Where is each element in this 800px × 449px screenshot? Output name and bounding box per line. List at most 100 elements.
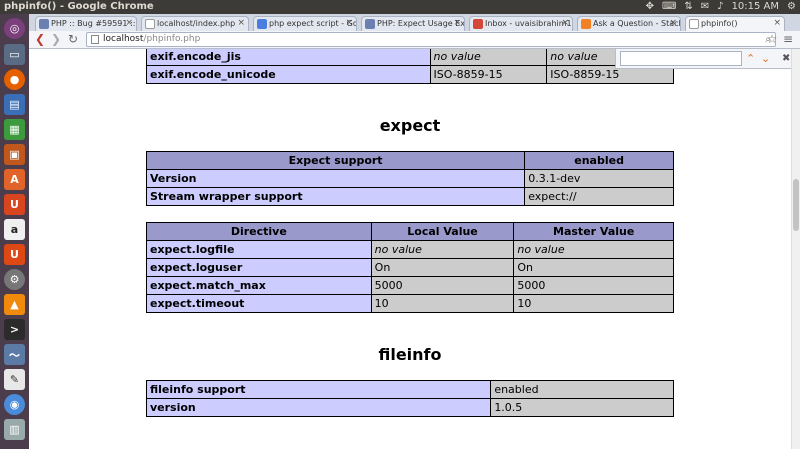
- local-value: no value: [429, 49, 548, 66]
- table-row: version 1.0.5: [145, 398, 674, 417]
- dropbox-icon[interactable]: ✥: [646, 0, 654, 14]
- menu-icon[interactable]: ≡: [781, 32, 795, 46]
- tab-google-search[interactable]: php expect script - Goo ×: [253, 16, 357, 31]
- php-icon: [39, 19, 49, 29]
- vlc-icon[interactable]: ▲: [4, 294, 25, 315]
- close-tab-icon[interactable]: ×: [125, 17, 133, 30]
- directive-name: expect.timeout: [146, 294, 372, 313]
- setting-value: 0.3.1-dev: [524, 169, 674, 188]
- clock[interactable]: 10:15 AM: [732, 0, 779, 14]
- tab-strip: PHP :: Bug #59591 :: e × localhost/index…: [29, 14, 800, 31]
- table-row: expect.match_max 5000 5000: [146, 276, 674, 295]
- local-value: 5000: [370, 276, 515, 295]
- directive-name: expect.loguser: [146, 258, 372, 277]
- page-icon: [91, 35, 99, 44]
- master-value: 5000: [513, 276, 674, 295]
- directive-name: exif.encode_jis: [146, 49, 431, 66]
- amazon-icon[interactable]: a: [4, 219, 25, 240]
- page-scrollbar[interactable]: [791, 49, 800, 449]
- expect-support-table: Expect support enabled Version 0.3.1-dev…: [145, 151, 674, 206]
- power-gear-icon[interactable]: ⚙: [787, 0, 796, 14]
- close-tab-icon[interactable]: ×: [237, 17, 245, 30]
- directive-name: expect.match_max: [146, 276, 372, 295]
- close-tab-icon[interactable]: ×: [669, 17, 677, 30]
- tab-stackoverflow[interactable]: Ask a Question - Stack C ×: [577, 16, 681, 31]
- find-input[interactable]: [620, 51, 742, 66]
- scrollbar-thumb[interactable]: [793, 179, 799, 231]
- reload-icon[interactable]: ↻: [66, 32, 80, 46]
- os-top-panel: phpinfo() - Google Chrome ✥ ⌨ ⇅ ✉ ♪ 10:1…: [0, 0, 800, 14]
- ubuntu-one-music-icon[interactable]: U: [4, 244, 25, 265]
- tab-label: Inbox - uvaisibrahim19: [485, 19, 573, 28]
- directive-name: expect.logfile: [146, 240, 372, 259]
- table-row: expect.logfile no value no value: [146, 240, 674, 259]
- local-value: 10: [370, 294, 515, 313]
- find-bar: ⌃ ⌄ ✖: [615, 49, 800, 69]
- close-tab-icon[interactable]: ×: [453, 17, 461, 30]
- setting-name: version: [145, 398, 492, 417]
- tab-label: localhost/index.php: [157, 19, 236, 28]
- back-icon[interactable]: ❮: [33, 32, 47, 46]
- bookmark-star-icon[interactable]: ☆: [765, 32, 779, 46]
- section-heading-expect[interactable]: expect: [146, 116, 674, 135]
- setting-value: enabled: [490, 380, 674, 399]
- tab-gmail-inbox[interactable]: Inbox - uvaisibrahim19 ×: [469, 16, 573, 31]
- table-row: exif.encode_jis no value no value: [146, 49, 674, 66]
- table-row: expect.timeout 10 10: [146, 294, 674, 313]
- column-header: Local Value: [370, 222, 515, 241]
- close-tab-icon[interactable]: ×: [561, 17, 569, 30]
- chrome-icon[interactable]: ◉: [4, 394, 25, 415]
- table-row: exif.encode_unicode ISO-8859-15 ISO-8859…: [146, 65, 674, 84]
- system-tray: ✥ ⌨ ⇅ ✉ ♪ 10:15 AM ⚙: [646, 0, 796, 14]
- tab-label: Ask a Question - Stack C: [593, 19, 681, 28]
- tab-phpinfo[interactable]: phpinfo() ×: [685, 16, 785, 31]
- mail-icon[interactable]: ✉: [701, 0, 709, 14]
- system-monitor-icon[interactable]: 〜: [4, 344, 25, 365]
- local-value: ISO-8859-15: [429, 65, 548, 84]
- page-content: exif.encode_jis no value no value exif.e…: [29, 49, 791, 449]
- terminal-icon[interactable]: >: [4, 319, 25, 340]
- text-editor-icon[interactable]: ✎: [4, 369, 25, 390]
- close-tab-icon[interactable]: ×: [345, 17, 353, 30]
- directive-name: exif.encode_unicode: [146, 65, 431, 84]
- page-icon: [145, 19, 155, 29]
- impress-icon[interactable]: ▣: [4, 144, 25, 165]
- workspace-switcher-icon[interactable]: ▥: [4, 419, 25, 440]
- expect-directive-table: Directive Local Value Master Value expec…: [146, 222, 674, 313]
- section-heading-fileinfo[interactable]: fileinfo: [146, 345, 674, 364]
- unity-launcher: ◎ ▭ ● ▤ ▦ ▣ A U a U ⚙ ▲ > 〜 ✎ ◉ ▥: [0, 14, 29, 449]
- setting-name: fileinfo support: [145, 380, 492, 399]
- browser-toolbar: ❮ ❯ ↻ localhost/phpinfo.php ⌕ ☆ ≡: [29, 31, 800, 49]
- calc-icon[interactable]: ▦: [4, 119, 25, 140]
- find-previous-icon[interactable]: ⌃: [746, 51, 755, 66]
- writer-icon[interactable]: ▤: [4, 94, 25, 115]
- system-settings-icon[interactable]: ⚙: [4, 269, 25, 290]
- local-value: On: [370, 258, 515, 277]
- column-header: Master Value: [513, 222, 674, 241]
- table-header-row: Expect support enabled: [145, 151, 674, 170]
- network-icon[interactable]: ⇅: [684, 0, 692, 14]
- software-center-icon[interactable]: A: [4, 169, 25, 190]
- page-icon: [689, 19, 699, 29]
- ubuntu-one-icon[interactable]: U: [4, 194, 25, 215]
- tab-localhost-index[interactable]: localhost/index.php ×: [141, 16, 249, 31]
- volume-icon[interactable]: ♪: [717, 0, 723, 14]
- close-tab-icon[interactable]: ×: [773, 17, 781, 30]
- table-row: Stream wrapper support expect://: [145, 187, 674, 206]
- tab-php-expect-usage[interactable]: PHP: Expect Usage Exa ×: [361, 16, 465, 31]
- close-find-icon[interactable]: ✖: [782, 51, 790, 66]
- forward-icon[interactable]: ❯: [49, 32, 63, 46]
- files-icon[interactable]: ▭: [4, 44, 25, 65]
- keyboard-icon[interactable]: ⌨: [662, 0, 676, 14]
- tab-label: PHP: Expect Usage Exa: [377, 19, 465, 28]
- php-icon: [365, 19, 375, 29]
- dash-home-icon[interactable]: ◎: [4, 18, 25, 39]
- address-bar[interactable]: localhost/phpinfo.php ⌕: [86, 32, 776, 47]
- setting-name: Version: [145, 169, 526, 188]
- firefox-icon[interactable]: ●: [4, 69, 25, 90]
- tab-php-bug[interactable]: PHP :: Bug #59591 :: e ×: [35, 16, 137, 31]
- table-row: fileinfo support enabled: [145, 380, 674, 399]
- setting-value: expect://: [524, 187, 674, 206]
- find-next-icon[interactable]: ⌄: [761, 51, 770, 66]
- table-row: expect.loguser On On: [146, 258, 674, 277]
